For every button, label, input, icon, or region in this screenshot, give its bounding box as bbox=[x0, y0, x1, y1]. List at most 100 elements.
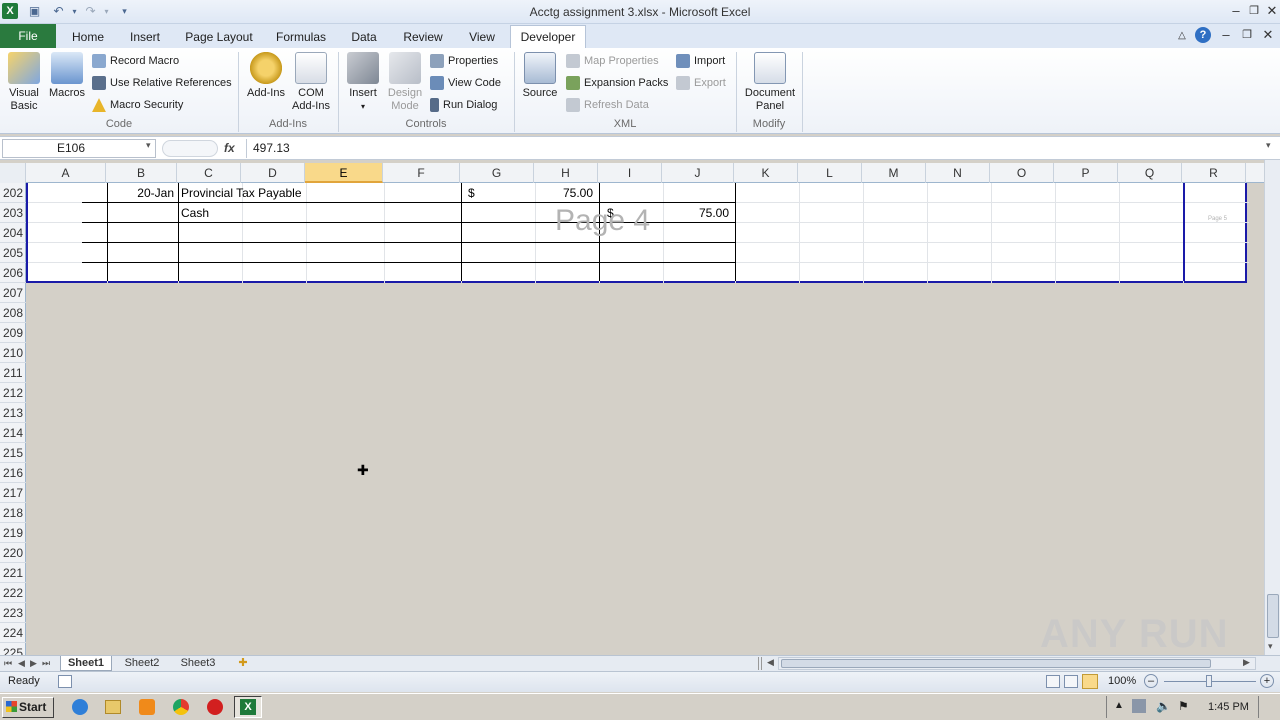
macro-recording-icon[interactable] bbox=[58, 675, 72, 688]
row-header-214[interactable]: 214 bbox=[0, 423, 26, 443]
expansion-packs-button[interactable]: Expansion Packs bbox=[566, 74, 668, 92]
insert-sheet-icon[interactable]: ✚ bbox=[232, 656, 254, 671]
cell-c202[interactable]: Provincial Tax Payable bbox=[181, 183, 451, 203]
scroll-left-arrow-icon[interactable]: ◀ bbox=[767, 657, 774, 668]
tab-home[interactable]: Home bbox=[64, 27, 112, 48]
column-header-d[interactable]: D bbox=[241, 163, 305, 183]
column-header-i[interactable]: I bbox=[598, 163, 662, 183]
tab-formulas[interactable]: Formulas bbox=[268, 27, 334, 48]
row-header-207[interactable]: 207 bbox=[0, 283, 26, 303]
tab-insert[interactable]: Insert bbox=[120, 27, 170, 48]
row-header-222[interactable]: 222 bbox=[0, 583, 26, 603]
row-header-206[interactable]: 206 bbox=[0, 263, 26, 283]
column-header-r[interactable]: R bbox=[1182, 163, 1246, 183]
column-header-o[interactable]: O bbox=[990, 163, 1054, 183]
column-header-h[interactable]: H bbox=[534, 163, 598, 183]
insert-function-icon[interactable]: fx bbox=[224, 139, 242, 158]
cell-g202[interactable]: $ bbox=[468, 183, 488, 203]
worksheet-grid[interactable]: 20-Jan Provincial Tax Payable $75.00 Cash $7… bbox=[26, 183, 1266, 655]
cell-c203[interactable]: Cash bbox=[181, 203, 381, 223]
column-header-g[interactable]: G bbox=[460, 163, 534, 183]
tab-file[interactable]: File bbox=[0, 24, 56, 48]
row-header-213[interactable]: 213 bbox=[0, 403, 26, 423]
add-ins-button[interactable]: Add-Ins bbox=[244, 52, 288, 100]
import-button[interactable]: Import bbox=[676, 52, 725, 70]
column-header-m[interactable]: M bbox=[862, 163, 926, 183]
next-sheet-icon[interactable]: ▶ bbox=[30, 656, 37, 671]
record-macro-button[interactable]: Record Macro bbox=[92, 52, 179, 70]
properties-button[interactable]: Properties bbox=[430, 52, 498, 70]
column-header-q[interactable]: Q bbox=[1118, 163, 1182, 183]
internet-explorer-icon[interactable] bbox=[72, 699, 88, 715]
workbook-close-icon[interactable]: ✕ bbox=[1258, 26, 1278, 44]
row-header-212[interactable]: 212 bbox=[0, 383, 26, 403]
minimize-ribbon-icon[interactable]: △ bbox=[1172, 27, 1192, 45]
map-properties-button[interactable]: Map Properties bbox=[566, 52, 659, 70]
row-header-203[interactable]: 203 bbox=[0, 203, 26, 223]
row-header-221[interactable]: 221 bbox=[0, 563, 26, 583]
formula-input[interactable]: 497.13 bbox=[246, 139, 1264, 158]
macro-security-button[interactable]: Macro Security bbox=[92, 96, 183, 114]
macros-button[interactable]: Macros bbox=[46, 52, 88, 100]
column-header-n[interactable]: N bbox=[926, 163, 990, 183]
formula-bar-resize-handle[interactable] bbox=[162, 140, 218, 157]
tab-page-layout[interactable]: Page Layout bbox=[178, 27, 260, 48]
tab-split-handle[interactable] bbox=[758, 657, 762, 670]
page-break-preview-icon[interactable] bbox=[1082, 674, 1098, 689]
document-panel-button[interactable]: Document Panel bbox=[740, 52, 800, 113]
row-header-218[interactable]: 218 bbox=[0, 503, 26, 523]
export-button[interactable]: Export bbox=[676, 74, 726, 92]
close-icon[interactable]: ✕ bbox=[1262, 2, 1280, 20]
zoom-in-icon[interactable]: + bbox=[1260, 674, 1274, 688]
excel-taskbar-button[interactable]: X bbox=[234, 696, 262, 718]
xml-source-button[interactable]: Source bbox=[520, 52, 560, 100]
show-desktop-button[interactable] bbox=[1258, 696, 1259, 718]
minimize-icon[interactable]: – bbox=[1226, 2, 1246, 20]
show-hidden-icons-icon[interactable]: ▲ bbox=[1112, 699, 1126, 713]
row-header-210[interactable]: 210 bbox=[0, 343, 26, 363]
sheet-tab-sheet2[interactable]: Sheet2 bbox=[116, 656, 168, 671]
cell-j203[interactable]: 75.00 bbox=[664, 203, 729, 223]
zoom-level[interactable]: 100% bbox=[1108, 675, 1136, 687]
tab-data[interactable]: Data bbox=[342, 27, 386, 48]
workbook-minimize-icon[interactable]: – bbox=[1216, 26, 1236, 44]
row-header-219[interactable]: 219 bbox=[0, 523, 26, 543]
chrome-icon[interactable] bbox=[173, 699, 189, 715]
tab-developer[interactable]: Developer bbox=[510, 25, 586, 49]
workbook-restore-icon[interactable]: ❐ bbox=[1237, 26, 1257, 44]
row-header-204[interactable]: 204 bbox=[0, 223, 26, 243]
row-header-202[interactable]: 202 bbox=[0, 183, 26, 203]
column-header-p[interactable]: P bbox=[1054, 163, 1118, 183]
row-header-211[interactable]: 211 bbox=[0, 363, 26, 383]
folder-icon[interactable] bbox=[105, 700, 121, 714]
column-header-j[interactable]: J bbox=[662, 163, 734, 183]
row-header-217[interactable]: 217 bbox=[0, 483, 26, 503]
column-header-l[interactable]: L bbox=[798, 163, 862, 183]
flag-icon[interactable]: ⚑ bbox=[1178, 699, 1192, 713]
help-icon[interactable]: ? bbox=[1195, 27, 1211, 43]
restore-icon[interactable]: ❐ bbox=[1244, 2, 1264, 20]
scroll-right-arrow-icon[interactable]: ▶ bbox=[1243, 657, 1250, 668]
vertical-scrollbar[interactable]: ▾ bbox=[1264, 160, 1280, 655]
start-button[interactable]: Start bbox=[2, 697, 54, 718]
horizontal-scroll-thumb[interactable] bbox=[781, 659, 1211, 668]
row-header-216[interactable]: 216 bbox=[0, 463, 26, 483]
column-header-e[interactable]: E bbox=[305, 163, 383, 183]
column-header-f[interactable]: F bbox=[383, 163, 460, 183]
zoom-slider-thumb[interactable] bbox=[1206, 675, 1212, 687]
first-sheet-icon[interactable]: ⏮ bbox=[4, 656, 12, 671]
column-header-a[interactable]: A bbox=[26, 163, 106, 183]
scroll-down-arrow-icon[interactable]: ▾ bbox=[1268, 641, 1273, 652]
row-header-223[interactable]: 223 bbox=[0, 603, 26, 623]
volume-icon[interactable]: 🔈 bbox=[1156, 699, 1171, 713]
name-box-dropdown-icon[interactable]: ▾ bbox=[146, 140, 151, 151]
view-code-button[interactable]: View Code bbox=[430, 74, 501, 92]
name-box[interactable]: E106 bbox=[2, 139, 156, 158]
visual-basic-button[interactable]: Visual Basic bbox=[4, 52, 44, 113]
horizontal-scrollbar[interactable]: ◀ ▶ bbox=[767, 657, 1256, 670]
normal-view-icon[interactable] bbox=[1046, 675, 1060, 688]
page-layout-view-icon[interactable] bbox=[1064, 675, 1078, 688]
last-sheet-icon[interactable]: ⏭ bbox=[42, 656, 50, 671]
design-mode-button[interactable]: Design Mode bbox=[384, 52, 426, 113]
select-all-corner[interactable] bbox=[0, 163, 26, 183]
